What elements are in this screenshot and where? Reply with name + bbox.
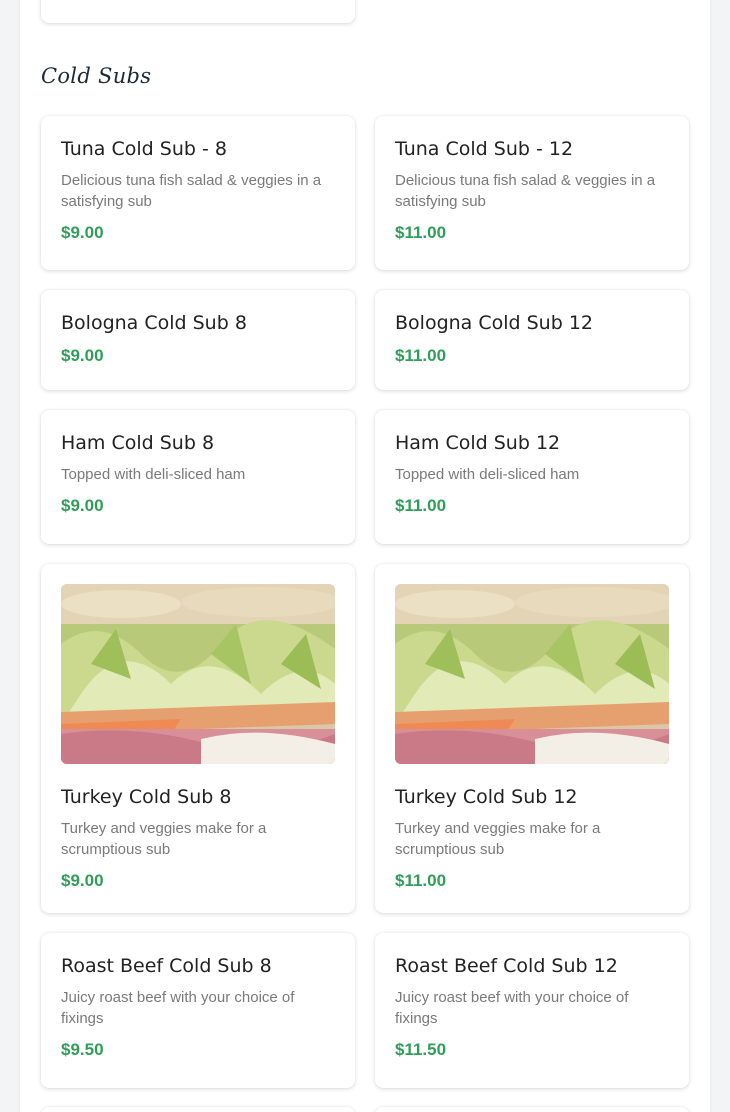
- item-description: Turkey and veggies make for a scrumptiou…: [395, 820, 601, 858]
- item-name: Bologna Cold Sub 12: [395, 312, 593, 334]
- item-image: [395, 584, 669, 764]
- item-image: [61, 584, 335, 764]
- item-name: Tuna Cold Sub - 12: [395, 138, 574, 160]
- menu-item-card[interactable]: Tuna Cold Sub - 8 Delicious tuna fish sa…: [41, 116, 355, 270]
- item-price: $11.50: [395, 1040, 447, 1059]
- item-price: $9.00: [61, 496, 104, 515]
- item-price: $9.00: [61, 346, 104, 365]
- menu-item-card-partial[interactable]: [375, 1107, 689, 1112]
- item-price: $11.00: [395, 496, 447, 515]
- menu-item-card[interactable]: Bologna Cold Sub 12 $11.00: [375, 290, 689, 390]
- item-name: Turkey Cold Sub 12: [395, 786, 578, 808]
- item-price: $11.00: [395, 871, 447, 890]
- menu-item-card-partial[interactable]: [41, 1107, 355, 1112]
- item-price: $11.00: [395, 346, 447, 365]
- item-name: Roast Beef Cold Sub 8: [61, 955, 272, 977]
- item-price: $11.00: [395, 223, 447, 242]
- item-description: Topped with deli-sliced ham: [395, 466, 580, 483]
- menu-item-card[interactable]: Ham Cold Sub 12 Topped with deli-sliced …: [375, 410, 689, 544]
- menu-item-card-partial[interactable]: [41, 0, 355, 23]
- item-description: Delicious tuna fish salad & veggies in a…: [395, 172, 656, 210]
- menu-item-card[interactable]: Ham Cold Sub 8 Topped with deli-sliced h…: [41, 410, 355, 544]
- item-name: Ham Cold Sub 12: [395, 432, 561, 454]
- item-description: Juicy roast beef with your choice of fix…: [395, 989, 629, 1027]
- item-description: Topped with deli-sliced ham: [61, 466, 246, 483]
- item-name: Roast Beef Cold Sub 12: [395, 955, 618, 977]
- item-description: Juicy roast beef with your choice of fix…: [61, 989, 295, 1027]
- item-price: $9.50: [61, 1040, 104, 1059]
- item-name: Ham Cold Sub 8: [61, 432, 215, 454]
- menu-item-card[interactable]: Roast Beef Cold Sub 8 Juicy roast beef w…: [41, 933, 355, 1088]
- menu-item-card[interactable]: Bologna Cold Sub 8 $9.00: [41, 290, 355, 390]
- menu-item-card[interactable]: Turkey Cold Sub 12 Turkey and veggies ma…: [375, 564, 689, 913]
- item-description: Turkey and veggies make for a scrumptiou…: [61, 820, 267, 858]
- menu-item-card[interactable]: Turkey Cold Sub 8 Turkey and veggies mak…: [41, 564, 355, 913]
- item-name: Tuna Cold Sub - 8: [61, 138, 227, 160]
- item-description: Delicious tuna fish salad & veggies in a…: [61, 172, 322, 210]
- item-name: Turkey Cold Sub 8: [61, 786, 232, 808]
- item-price: $9.00: [61, 871, 104, 890]
- item-name: Bologna Cold Sub 8: [61, 312, 247, 334]
- menu-item-card[interactable]: Tuna Cold Sub - 12 Delicious tuna fish s…: [375, 116, 689, 270]
- item-price: $9.00: [61, 223, 104, 242]
- menu-item-card[interactable]: Roast Beef Cold Sub 12 Juicy roast beef …: [375, 933, 689, 1088]
- section-title: Cold Subs: [41, 64, 152, 88]
